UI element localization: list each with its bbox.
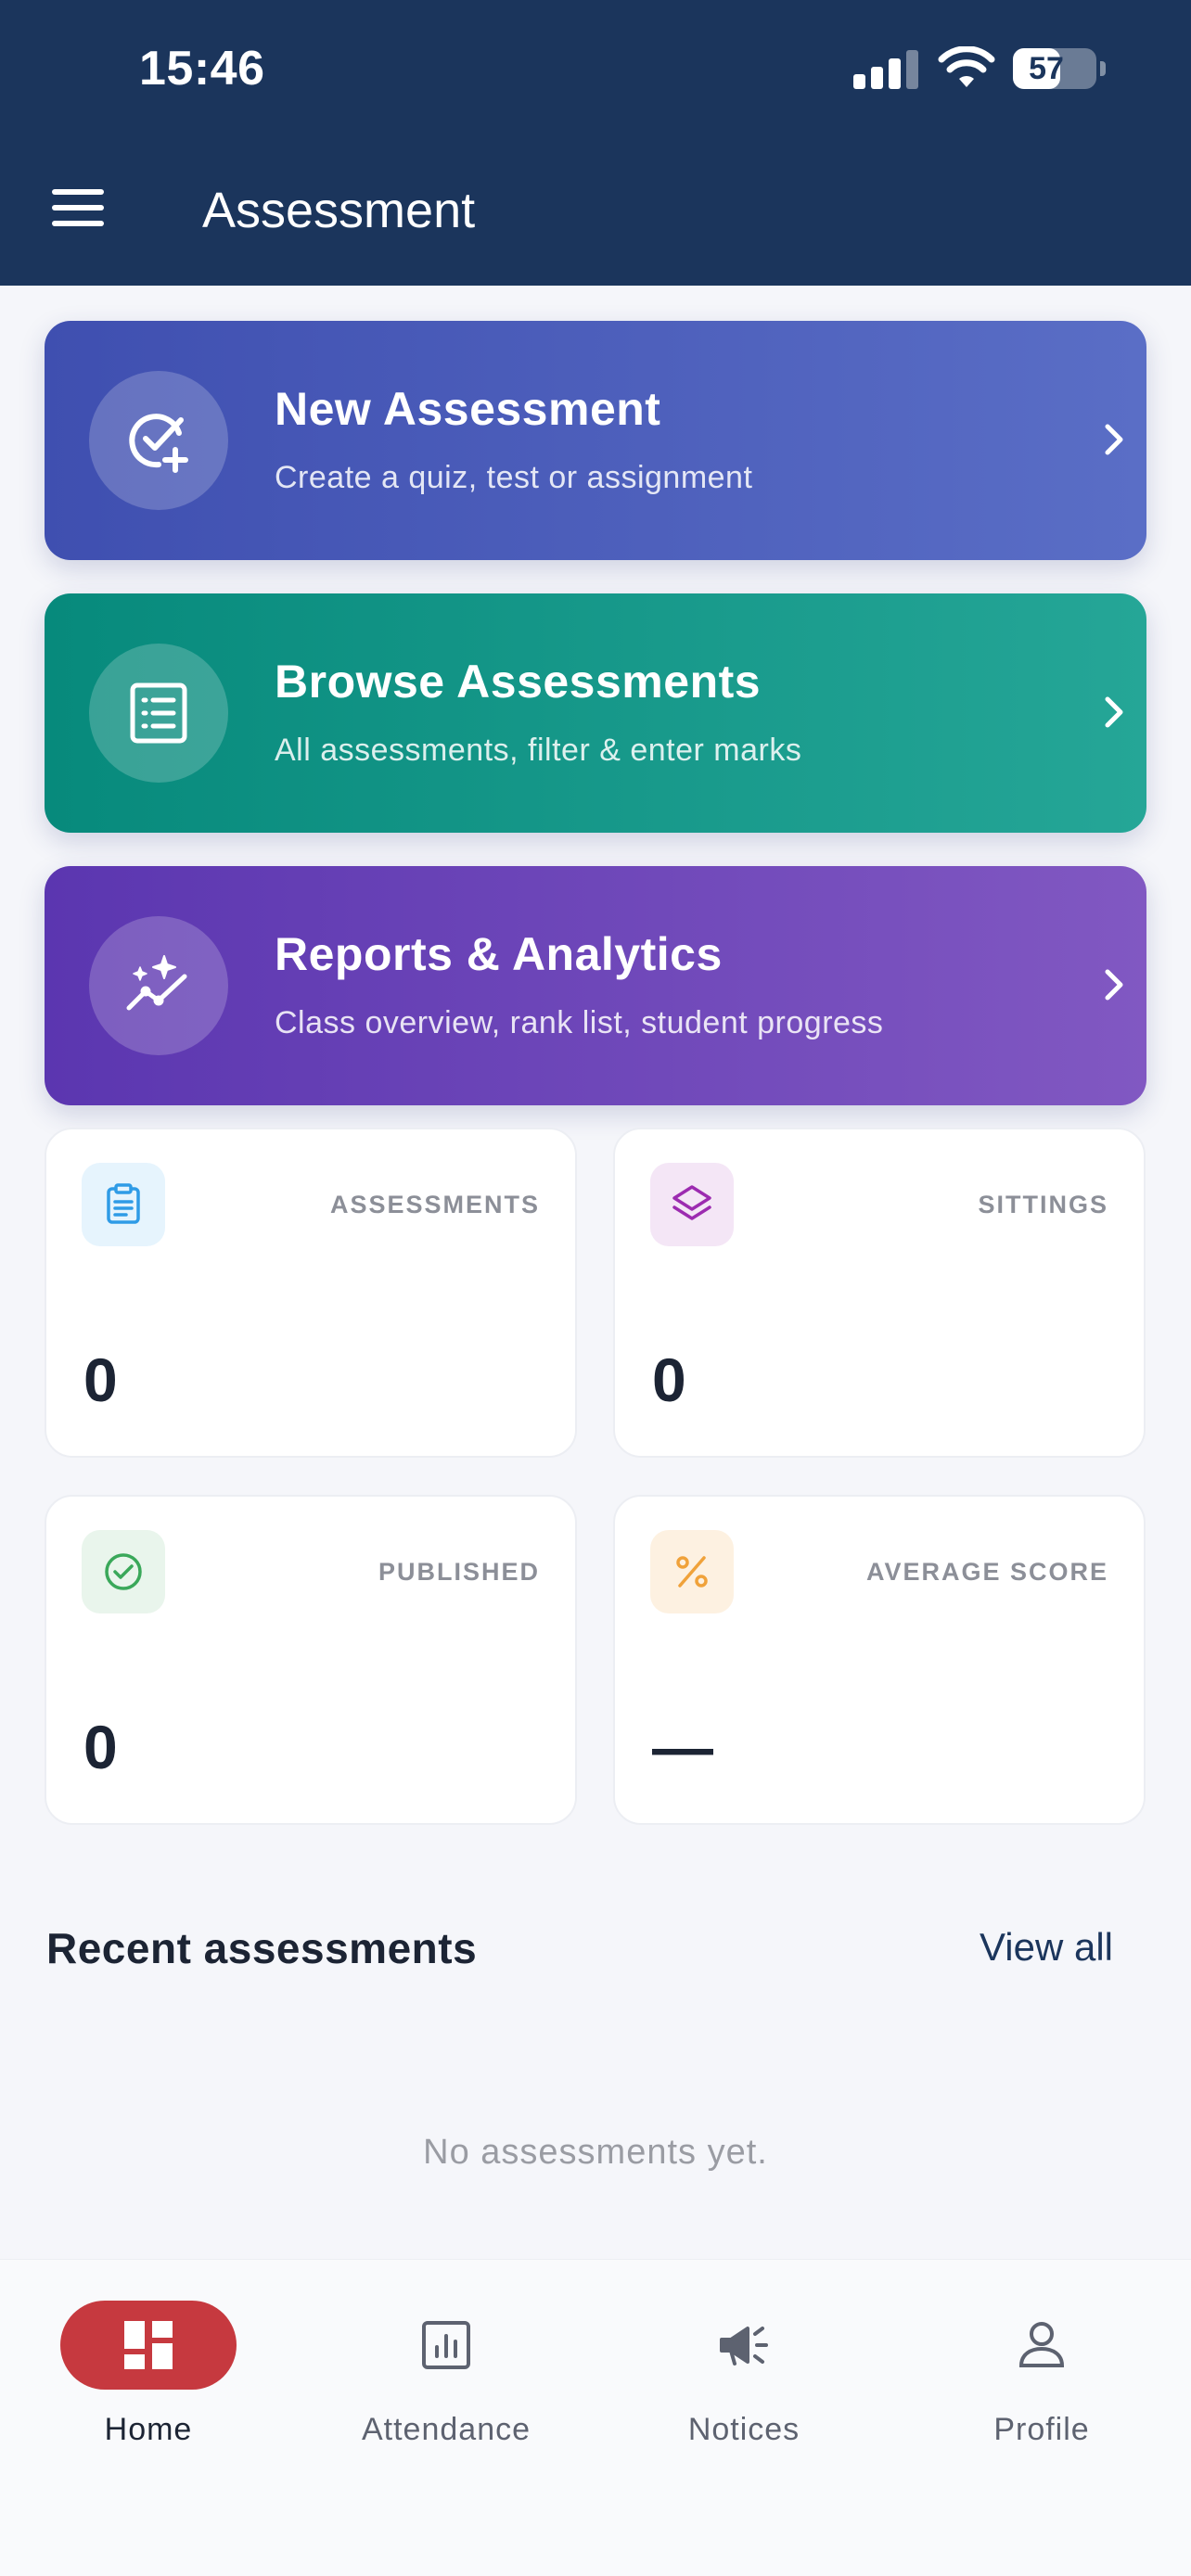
page-title: Assessment	[202, 183, 476, 238]
stat-label: AVERAGE SCORE	[865, 1558, 1108, 1586]
card-title: Browse Assessments	[275, 656, 762, 708]
bottom-nav: Home Attendance Notices Profile	[0, 2259, 1191, 2576]
person-icon	[1018, 2322, 1065, 2367]
card-title: New Assessment	[275, 383, 661, 435]
status-icons: 57	[853, 43, 1113, 95]
view-all-link[interactable]: View all	[980, 1925, 1113, 1970]
stat-value: —	[652, 1713, 713, 1781]
chevron-right-icon	[1105, 696, 1123, 728]
nav-label: Profile	[993, 2412, 1090, 2447]
nav-label: Notices	[687, 2412, 800, 2447]
check-circle-icon	[82, 1530, 165, 1613]
battery-level: 57	[1029, 51, 1064, 86]
stat-label: PUBLISHED	[378, 1558, 540, 1586]
reports-analytics-card[interactable]: Reports & Analytics Class overview, rank…	[45, 866, 1146, 1105]
chevron-right-icon	[1105, 969, 1123, 1001]
nav-item-home[interactable]: Home	[28, 2301, 269, 2468]
percent-icon	[650, 1530, 734, 1613]
stat-value: 0	[83, 1345, 118, 1414]
list-document-icon	[89, 644, 228, 783]
check-circle-plus-icon	[89, 371, 228, 510]
section-title: Recent assessments	[46, 1924, 478, 1972]
stat-value: 0	[652, 1345, 686, 1414]
clipboard-icon	[82, 1163, 165, 1246]
stat-card-assessments: ASSESSMENTS 0	[45, 1128, 577, 1458]
app-header: 15:46 57 Assessment	[0, 0, 1191, 286]
sparkle-chart-icon	[89, 916, 228, 1055]
bar-chart-icon	[422, 2321, 470, 2369]
new-assessment-card[interactable]: New Assessment Create a quiz, test or as…	[45, 321, 1146, 560]
nav-item-profile[interactable]: Profile	[921, 2301, 1162, 2468]
nav-label: Attendance	[361, 2412, 531, 2447]
menu-icon[interactable]	[52, 189, 104, 226]
stat-card-published: PUBLISHED 0	[45, 1495, 577, 1825]
stat-value: 0	[83, 1713, 118, 1781]
nav-label: Home	[104, 2412, 193, 2447]
stat-label: ASSESSMENTS	[329, 1191, 540, 1218]
stat-label: SITTINGS	[978, 1191, 1108, 1218]
card-subtitle: Create a quiz, test or assignment	[275, 460, 753, 495]
dashboard-icon	[124, 2321, 173, 2369]
stat-card-sittings: SITTINGS 0	[613, 1128, 1146, 1458]
battery-icon: 57	[1013, 48, 1096, 89]
browse-assessments-card[interactable]: Browse Assessments All assessments, filt…	[45, 593, 1146, 833]
chevron-right-icon	[1105, 424, 1123, 455]
status-time: 15:46	[139, 42, 265, 96]
card-subtitle: All assessments, filter & enter marks	[275, 733, 802, 768]
card-title: Reports & Analytics	[275, 928, 723, 980]
layers-icon	[650, 1163, 734, 1246]
stat-card-average-score: AVERAGE SCORE —	[613, 1495, 1146, 1825]
nav-item-attendance[interactable]: Attendance	[326, 2301, 567, 2468]
nav-item-notices[interactable]: Notices	[623, 2301, 864, 2468]
empty-state-text: No assessments yet.	[423, 2133, 768, 2172]
megaphone-icon	[720, 2327, 768, 2366]
wifi-icon	[938, 46, 995, 87]
card-subtitle: Class overview, rank list, student progr…	[275, 1005, 884, 1040]
signal-icon	[853, 48, 918, 89]
